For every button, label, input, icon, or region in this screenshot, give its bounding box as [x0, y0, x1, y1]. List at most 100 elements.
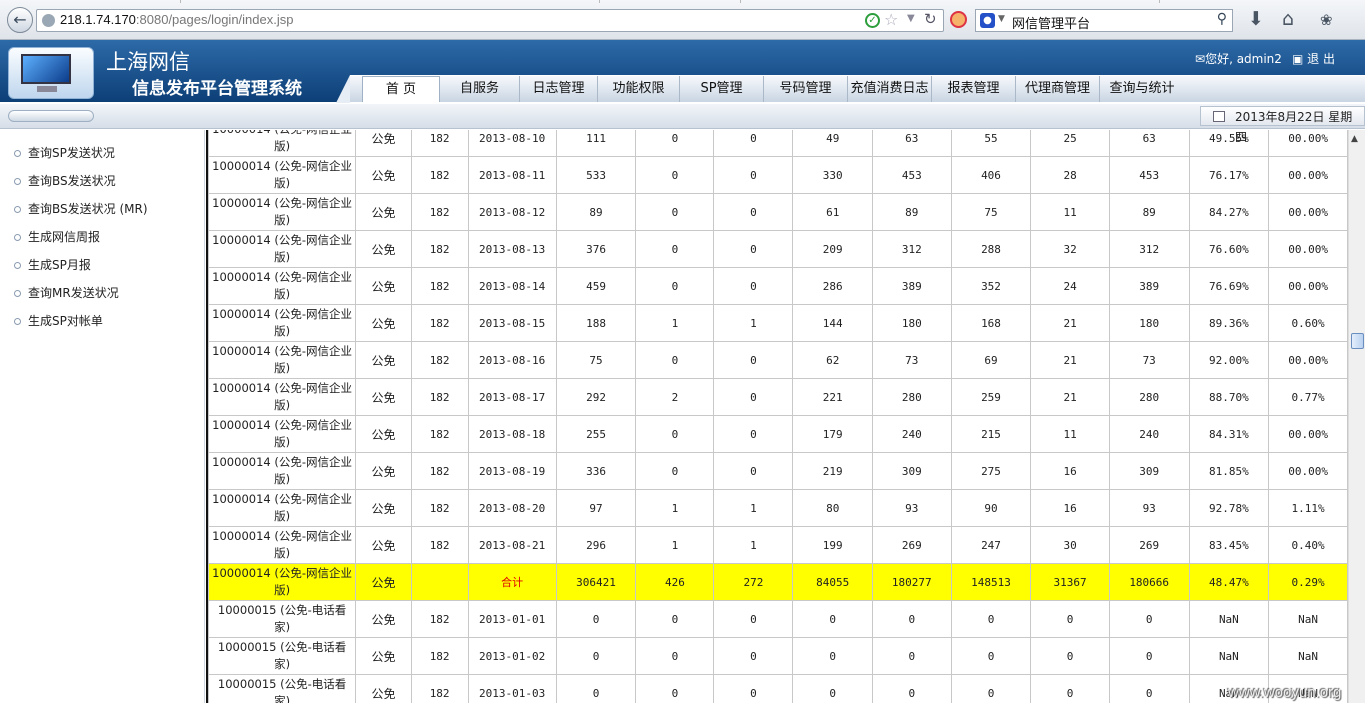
cell-date: 2013-08-11: [467, 156, 557, 194]
cell-c1: 111: [555, 130, 637, 157]
cell-c5: 309: [871, 452, 952, 490]
url-text: 218.1.74.170:8080/pages/login/index.jsp: [60, 12, 294, 27]
watermark: www.wooyun.org: [1228, 684, 1342, 701]
nav-log-management[interactable]: 日志管理: [520, 76, 598, 102]
cell-c7: 21: [1030, 304, 1110, 342]
cell-p2: 0.60%: [1268, 304, 1348, 342]
home-icon[interactable]: ⌂: [1282, 8, 1294, 30]
bullet-icon: [14, 290, 21, 297]
nav-query-stats[interactable]: 查询与统计: [1100, 76, 1184, 102]
scroll-up-icon[interactable]: ▲: [1351, 134, 1358, 144]
logout-button[interactable]: ▣ 退 出: [1292, 50, 1335, 67]
cell-c1: 0: [555, 674, 637, 703]
cell-c5: 0: [871, 600, 952, 638]
cell-p1: 81.85%: [1188, 452, 1270, 490]
cell-code: 182: [410, 526, 469, 564]
cell-c2: 0: [635, 156, 715, 194]
search-icon[interactable]: ⚲: [1217, 11, 1227, 27]
sidebar-item-query-sp[interactable]: 查询SP发送状况: [14, 144, 115, 162]
sidebar-item-query-bs-mr[interactable]: 查询BS发送状况 (MR): [14, 200, 148, 218]
nav-reports[interactable]: 报表管理: [932, 76, 1016, 102]
nav-agent-management[interactable]: 代理商管理: [1016, 76, 1100, 102]
cell-type: 公免: [355, 193, 412, 231]
cell-c4: 199: [792, 526, 873, 564]
cell-c7: 31367: [1030, 563, 1110, 601]
cell-c3: 0: [713, 378, 794, 416]
cell-c1: 75: [555, 341, 637, 379]
sidebar-toggle[interactable]: [8, 110, 94, 122]
cell-code: 182: [410, 304, 469, 342]
cell-p1: 84.31%: [1188, 415, 1270, 453]
cell-type: 公免: [355, 304, 412, 342]
cell-date: 2013-08-10: [467, 130, 557, 157]
table-row: 10000014 (公免-网信企业版) 公免 182 2013-08-11 533 0 0 3…: [208, 156, 1348, 194]
addon-bug-icon[interactable]: ❀: [1320, 11, 1333, 29]
cell-c4: 221: [792, 378, 873, 416]
cell-p1: 83.45%: [1188, 526, 1270, 564]
nav-sp-management[interactable]: SP管理: [680, 76, 764, 102]
scrollbar-thumb[interactable]: [1351, 333, 1364, 349]
nav-permissions[interactable]: 功能权限: [598, 76, 680, 102]
cell-c5: 312: [871, 230, 952, 268]
sidebar-item-sp-statement[interactable]: 生成SP对帐单: [14, 312, 103, 330]
bullet-icon: [14, 262, 21, 269]
cell-c5: 0: [871, 674, 952, 703]
addon-block-icon[interactable]: [950, 11, 967, 28]
address-bar[interactable]: 218.1.74.170:8080/pages/login/index.jsp …: [36, 9, 944, 32]
cell-c1: 533: [555, 156, 637, 194]
cell-p2: 0.29%: [1268, 563, 1348, 601]
cell-code: 182: [410, 267, 469, 305]
sidebar-item-sp-monthly[interactable]: 生成SP月报: [14, 256, 91, 274]
cell-c7: 21: [1030, 341, 1110, 379]
table-row: 10000014 (公免-网信企业版) 公免 182 2013-08-14 459 0 0 2…: [208, 267, 1348, 305]
nav-recharge-log[interactable]: 充值消费日志: [848, 76, 932, 102]
sidebar-item-query-bs[interactable]: 查询BS发送状况: [14, 172, 116, 190]
cell-c5: 269: [871, 526, 952, 564]
sidebar-item-query-mr[interactable]: 查询MR发送状况: [14, 284, 119, 302]
cell-c5: 180: [871, 304, 952, 342]
table-row: 10000014 (公免-网信企业版) 公免 182 2013-08-18 255 0 0 1…: [208, 415, 1348, 453]
nav-self-service[interactable]: 自服务: [440, 76, 520, 102]
engine-dropdown-icon[interactable]: ▼: [998, 14, 1005, 24]
nav-number-management[interactable]: 号码管理: [764, 76, 848, 102]
cell-c7: 28: [1030, 156, 1110, 194]
cell-c5: 89: [871, 193, 952, 231]
back-arrow-icon[interactable]: ←: [7, 7, 33, 33]
cell-type: 公免: [355, 156, 412, 194]
cell-c7: 11: [1030, 193, 1110, 231]
cell-p2: 00.00%: [1268, 130, 1348, 157]
cell-c1: 376: [555, 230, 637, 268]
reload-icon[interactable]: ↻: [924, 10, 937, 28]
cell-name: 10000014 (公免-网信企业版): [208, 341, 357, 379]
cell-c1: 89: [555, 193, 637, 231]
cell-date: 2013-08-16: [467, 341, 557, 379]
cell-c4: 0: [792, 674, 873, 703]
cell-p1: 88.70%: [1188, 378, 1270, 416]
cell-c8: 0: [1108, 637, 1190, 675]
history-dropdown-icon[interactable]: ▼: [907, 13, 915, 24]
cell-c3: 0: [713, 156, 794, 194]
cell-date: 2013-08-21: [467, 526, 557, 564]
search-box[interactable]: ● ▼ 网信管理平台 ⚲: [975, 9, 1233, 32]
download-arrow-icon[interactable]: ⬇: [1248, 8, 1264, 30]
vertical-scrollbar[interactable]: ▲: [1348, 130, 1365, 703]
cell-c6: 75: [950, 193, 1032, 231]
cell-type: 公免: [355, 130, 412, 157]
cell-c2: 0: [635, 452, 715, 490]
cell-type: 公免: [355, 230, 412, 268]
cell-p2: 00.00%: [1268, 267, 1348, 305]
bookmark-star-icon[interactable]: ☆: [884, 10, 898, 29]
cell-c1: 459: [555, 267, 637, 305]
browser-toolbar: ← 218.1.74.170:8080/pages/login/index.js…: [0, 0, 1365, 40]
search-engine-paw-icon[interactable]: ●: [980, 13, 995, 28]
nav-home[interactable]: 首 页: [362, 76, 440, 102]
logout-icon: ▣: [1292, 52, 1304, 66]
cell-type: 公免: [355, 563, 412, 601]
bullet-icon: [14, 234, 21, 241]
cell-type: 公免: [355, 415, 412, 453]
cell-c5: 389: [871, 267, 952, 305]
search-input[interactable]: 网信管理平台: [1012, 13, 1090, 32]
sidebar-item-weekly-report[interactable]: 生成网信周报: [14, 228, 100, 246]
cell-c6: 69: [950, 341, 1032, 379]
cell-c6: 259: [950, 378, 1032, 416]
